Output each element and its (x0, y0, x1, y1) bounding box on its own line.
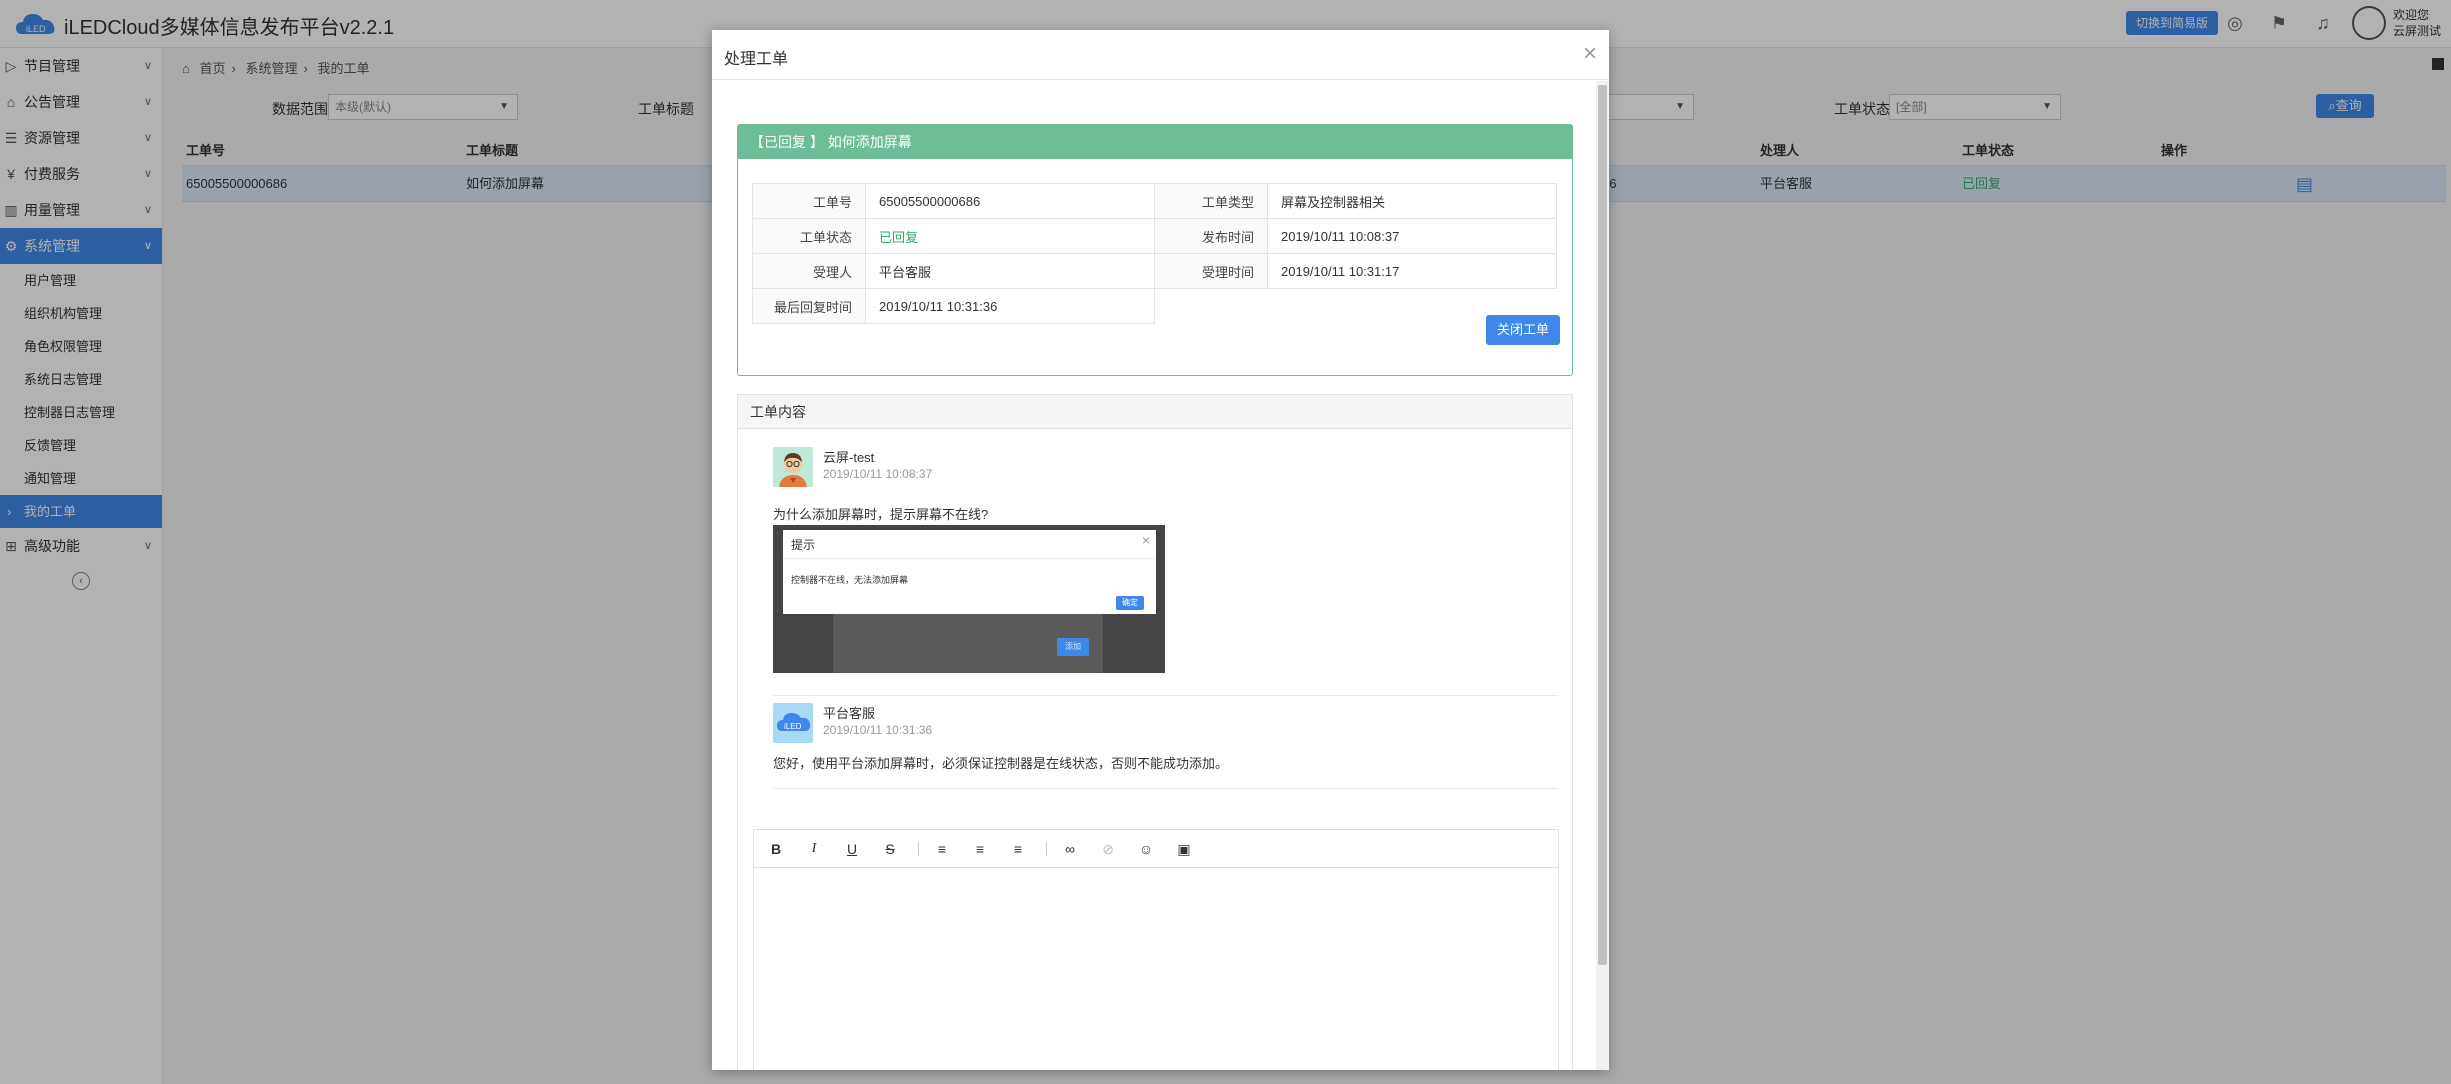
ticket-info-panel-header: 【已回复 】 如何添加屏幕 (738, 125, 1572, 159)
modal-body: 【已回复 】 如何添加屏幕 工单号 65005500000686 工单类型 屏幕… (712, 81, 1595, 1070)
close-ticket-button[interactable]: 关闭工单 (1486, 315, 1560, 345)
italic-icon[interactable]: I (804, 839, 824, 859)
link-icon[interactable]: ∞ (1060, 839, 1080, 859)
message-author: 云屏-test (823, 450, 875, 465)
emoji-icon[interactable]: ☺ (1136, 839, 1156, 859)
attached-screenshot[interactable]: 添加 提示 × 控制器不在线，无法添加屏幕 确定 (773, 525, 1165, 673)
svg-text:iLED: iLED (784, 722, 802, 731)
align-center-icon[interactable]: ≡ (970, 839, 990, 859)
last-reply-value: 2019/10/11 10:31:36 (865, 288, 1155, 324)
screenshot-dialog-title: 提示 (791, 538, 816, 552)
screenshot-dialog-message: 控制器不在线，无法添加屏幕 (791, 575, 909, 585)
publish-time-value: 2019/10/11 10:08:37 (1267, 218, 1557, 254)
align-right-icon[interactable]: ≡ (1008, 839, 1028, 859)
last-reply-label: 最后回复时间 (752, 288, 866, 324)
message-text: 为什么添加屏幕时，提示屏幕不在线? (773, 507, 989, 522)
handler-value: 平台客服 (865, 253, 1155, 289)
modal-title: 处理工单 (724, 51, 789, 68)
bold-icon[interactable]: B (766, 839, 786, 859)
publish-time-label: 发布时间 (1154, 218, 1268, 254)
message-item: 云屏-test 2019/10/11 10:08:37 为什么添加屏幕时，提示屏… (773, 447, 1558, 696)
message-time: 2019/10/11 10:31:36 (823, 723, 933, 737)
user-avatar (773, 447, 813, 487)
align-left-icon[interactable]: ≡ (932, 839, 952, 859)
unlink-icon: ⊘ (1102, 841, 1114, 857)
ticket-info-table: 工单号 65005500000686 工单类型 屏幕及控制器相关 工单状态 已回… (752, 183, 1557, 324)
process-ticket-modal: 处理工单 × 【已回复 】 如何添加屏幕 工单号 65005500000686 … (712, 30, 1609, 1070)
handler-label: 受理人 (752, 253, 866, 289)
ticket-status-value: 已回复 (865, 218, 1155, 254)
message-time: 2019/10/11 10:08:37 (823, 467, 933, 481)
message-item: iLED 平台客服 2019/10/11 10:31:36 您好，使用平台添加屏… (773, 703, 1558, 793)
close-icon[interactable]: × (1583, 40, 1597, 68)
image-icon[interactable]: ▣ (1174, 839, 1194, 859)
screenshot-ok-button: 确定 (1116, 596, 1144, 610)
message-text: 您好，使用平台添加屏幕时，必须保证控制器是在线状态，否则不能成功添加。 (773, 756, 1229, 771)
strikethrough-icon[interactable]: S (880, 839, 900, 859)
ticket-info-panel: 【已回复 】 如何添加屏幕 工单号 65005500000686 工单类型 屏幕… (737, 124, 1573, 376)
message-author: 平台客服 (823, 706, 876, 721)
ticket-type-value: 屏幕及控制器相关 (1267, 183, 1557, 219)
ticket-content-header: 工单内容 (738, 395, 1572, 429)
screenshot-dialog: 提示 × 控制器不在线，无法添加屏幕 确定 (783, 530, 1156, 614)
editor-toolbar: B I U S ≡ ≡ ≡ ∞ ⊘ ☺ ▣ (754, 830, 1558, 868)
modal-header: 处理工单 × (712, 30, 1609, 80)
accept-time-label: 受理时间 (1154, 253, 1268, 289)
reply-editor: B I U S ≡ ≡ ≡ ∞ ⊘ ☺ ▣ (753, 829, 1559, 1070)
close-icon: × (1141, 532, 1150, 548)
ticket-type-label: 工单类型 (1154, 183, 1268, 219)
ticket-content-panel: 工单内容 云屏-test 2019/10/11 10:08:37 为什么添加屏幕… (737, 394, 1573, 1070)
ticket-id-label: 工单号 (752, 183, 866, 219)
ticket-status-label: 工单状态 (752, 218, 866, 254)
accept-time-value: 2019/10/11 10:31:17 (1267, 253, 1557, 289)
service-avatar: iLED (773, 703, 813, 743)
ticket-id-value: 65005500000686 (865, 183, 1155, 219)
modal-scrollbar[interactable] (1596, 81, 1609, 1070)
screenshot-add-button: 添加 (1057, 638, 1089, 656)
reply-editor-input[interactable] (754, 868, 1558, 1070)
divider (773, 788, 1558, 789)
divider (773, 695, 1558, 696)
underline-icon[interactable]: U (842, 839, 862, 859)
scrollbar-thumb[interactable] (1598, 85, 1607, 965)
